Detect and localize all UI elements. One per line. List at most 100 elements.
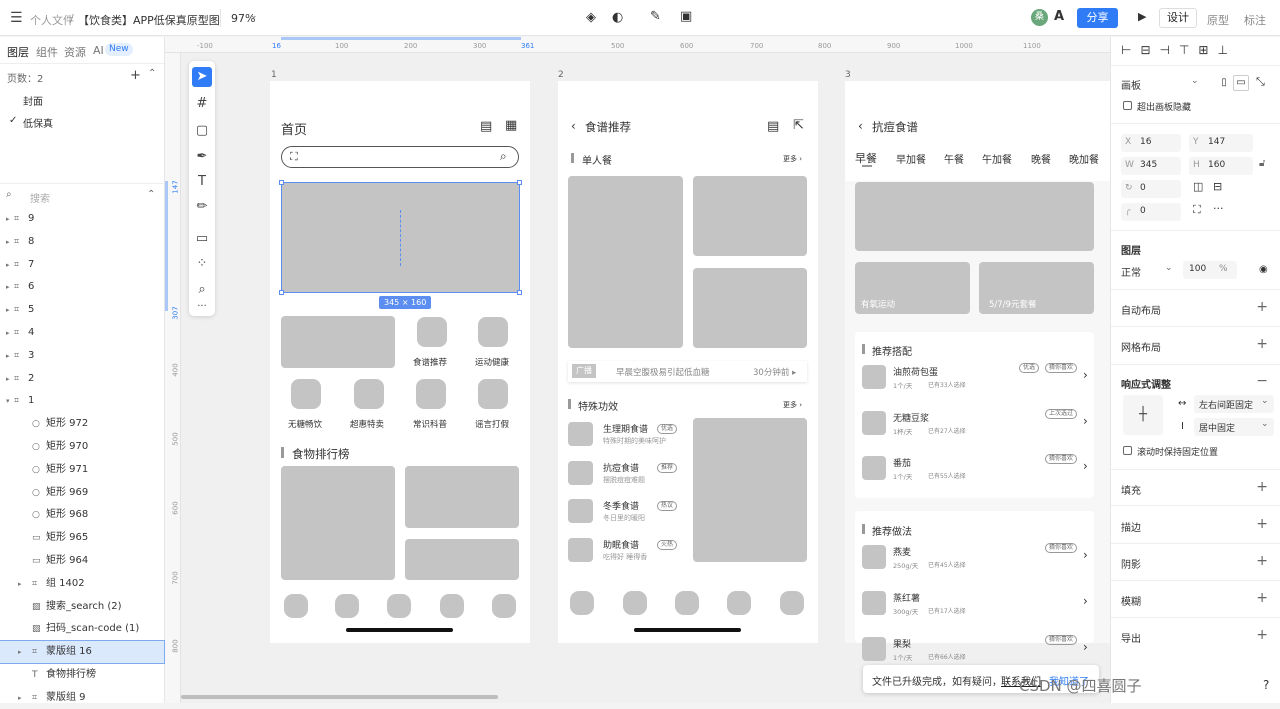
meal-tab[interactable]: 早加餐 xyxy=(896,151,926,166)
play-icon[interactable]: ▶ xyxy=(1138,10,1146,23)
frame-tool-icon[interactable]: # xyxy=(192,94,212,114)
expand-arrow-icon[interactable]: ▸ xyxy=(6,231,10,253)
portrait-icon[interactable]: ▯ xyxy=(1216,75,1232,91)
edit-icon[interactable]: ✎ xyxy=(650,9,661,24)
icon-placeholder[interactable] xyxy=(354,379,384,409)
banner-placeholder[interactable] xyxy=(279,180,522,295)
add-auto-layout-icon[interactable]: + xyxy=(1256,299,1268,315)
comment-tool-icon[interactable]: ▭ xyxy=(192,229,212,249)
zoom-chevron-icon[interactable]: ⌄ xyxy=(250,11,258,21)
collapse-icon[interactable]: ⌃ xyxy=(148,68,156,79)
ai-assistant-icon[interactable]: A xyxy=(1054,9,1064,24)
clip-checkbox[interactable] xyxy=(1123,101,1132,110)
tabbar-icon[interactable] xyxy=(623,591,647,615)
add-export-icon[interactable]: + xyxy=(1256,627,1268,643)
add-fill-icon[interactable]: + xyxy=(1256,479,1268,495)
align-left-icon[interactable]: ⊢ xyxy=(1121,43,1140,57)
more-tools-icon[interactable]: ··· xyxy=(192,297,212,317)
scan-code-icon[interactable]: ⛶ xyxy=(290,150,298,164)
layer-item[interactable]: ▸ ⌗ 蒙版组 16 xyxy=(0,640,165,665)
opacity-field[interactable]: 100 % xyxy=(1183,261,1237,279)
layer-item[interactable]: ○ 矩形 970 xyxy=(0,436,164,458)
expand-arrow-icon[interactable]: ▸ xyxy=(6,345,10,367)
meal-tab[interactable]: 午加餐 xyxy=(982,151,1012,166)
layer-item[interactable]: ○ 矩形 969 xyxy=(0,482,164,504)
resize-handle[interactable] xyxy=(279,180,284,185)
message-icon[interactable]: ▤ xyxy=(767,119,779,134)
rotation-field[interactable]: ↻ 0 xyxy=(1121,180,1181,198)
align-right-icon[interactable]: ⊣ xyxy=(1160,43,1179,57)
layer-item[interactable]: T 食物排行榜 xyxy=(0,664,164,686)
tabbar-icon[interactable] xyxy=(440,594,464,618)
flip-vertical-icon[interactable]: ⊟ xyxy=(1213,180,1222,193)
layer-search-input[interactable]: 搜索 xyxy=(30,190,50,205)
back-icon[interactable]: ‹ xyxy=(571,119,576,133)
landscape-icon[interactable]: ▭ xyxy=(1233,75,1249,91)
layer-item[interactable]: ▭ 矩形 965 xyxy=(0,527,164,549)
blend-mode-select[interactable]: 正常 xyxy=(1121,264,1141,279)
expand-arrow-icon[interactable]: ▸ xyxy=(6,322,10,344)
tabbar-icon[interactable] xyxy=(284,594,308,618)
constraint-widget[interactable]: ┼ xyxy=(1123,395,1163,435)
breadcrumb-root[interactable]: 个人文件 xyxy=(30,12,74,28)
layer-item[interactable]: ▸ ⌗ 4 xyxy=(0,322,164,344)
back-icon[interactable]: ‹ xyxy=(858,119,863,133)
tab-annotate[interactable]: 标注 xyxy=(1244,12,1266,28)
food-item[interactable]: 蒸红薯 300g/天 已有17人选择 › xyxy=(862,591,1090,619)
chevron-down-icon[interactable]: ⌄ xyxy=(1191,76,1199,86)
search-input[interactable]: ⛶ ⌕ xyxy=(281,146,519,168)
resize-frame-icon[interactable]: ⤡ xyxy=(1256,75,1265,89)
layer-item[interactable]: ▸ ⌗ 5 xyxy=(0,299,164,321)
tabbar-icon[interactable] xyxy=(335,594,359,618)
width-field[interactable]: W 345 xyxy=(1121,157,1181,175)
message-icon[interactable]: ▤ xyxy=(480,119,492,134)
scroll-fixed-checkbox[interactable] xyxy=(1123,446,1132,455)
layer-item[interactable]: ▸ ⌗ 组 1402 xyxy=(0,573,164,595)
tab-layers[interactable]: 图层 xyxy=(7,44,29,60)
expand-arrow-icon[interactable]: ▸ xyxy=(6,299,10,321)
meal-tab-active[interactable]: 早餐 xyxy=(855,150,877,166)
special-item[interactable]: 生理期食谱 特殊时期的美味呵护 优选 xyxy=(568,420,683,446)
menu-icon[interactable]: ☰ xyxy=(10,10,23,26)
vertical-constraint-select[interactable]: 居中固定 ⌄ xyxy=(1194,418,1274,436)
pencil-tool-icon[interactable]: ✏ xyxy=(192,197,212,217)
icon-placeholder[interactable] xyxy=(291,379,321,409)
card-placeholder[interactable] xyxy=(693,176,807,256)
tab-components[interactable]: 组件 xyxy=(36,44,58,60)
add-page-icon[interactable]: + xyxy=(130,68,141,83)
frame-home[interactable]: 首页 ▤ ▦ ⛶ ⌕ 345 × 160 食谱推荐 运动健康 无糖畅饮 超惠特卖… xyxy=(270,81,530,643)
food-item[interactable]: 番茄 1个/天 已有55人选择 › 猜你喜欢 xyxy=(862,454,1090,484)
add-blur-icon[interactable]: + xyxy=(1256,590,1268,606)
independent-corners-icon[interactable]: ⛶ xyxy=(1193,203,1201,217)
expand-arrow-icon[interactable]: ▸ xyxy=(18,573,22,595)
rectangle-tool-icon[interactable]: ▢ xyxy=(192,121,212,141)
layer-item[interactable]: ○ 矩形 972 xyxy=(0,413,164,435)
corner-radius-field[interactable]: ╭ 0 xyxy=(1121,203,1181,221)
frame-recipes[interactable]: ‹ 食谱推荐 ▤ ⇱ 单人餐 更多 › 广播 早晨空腹极易引起低血糖 30分钟前… xyxy=(558,81,818,643)
special-item[interactable]: 冬季食谱 冬日里的暖阳 热议 xyxy=(568,497,683,523)
add-stroke-icon[interactable]: + xyxy=(1256,516,1268,532)
frame-type-select[interactable]: 画板 xyxy=(1121,77,1141,92)
layer-item[interactable]: ▸ ⌗ 9 xyxy=(0,208,164,230)
card-placeholder[interactable] xyxy=(281,466,395,580)
page-item-cover[interactable]: 封面 xyxy=(23,93,43,108)
layer-item[interactable]: ▸ ⌗ 蒙版组 9 xyxy=(0,687,164,709)
more-icon[interactable]: ··· xyxy=(1213,202,1224,215)
card-placeholder[interactable] xyxy=(281,316,395,368)
card-placeholder[interactable]: 5/7/9元套餐 xyxy=(979,262,1094,314)
y-field[interactable]: Y 147 xyxy=(1189,134,1253,152)
layer-item[interactable]: ○ 矩形 968 xyxy=(0,504,164,526)
page-item-lowfi[interactable]: 低保真 xyxy=(23,115,53,130)
layer-item[interactable]: ▨ 扫码_scan-code (1) xyxy=(0,618,164,640)
layer-item[interactable]: ▨ 搜索_search (2) xyxy=(0,596,164,618)
expand-arrow-icon[interactable]: ▸ xyxy=(6,208,10,230)
food-item[interactable]: 油煎荷包蛋 1个/天 已有33人选择 › 优选 猜你喜欢 xyxy=(862,363,1090,393)
special-item[interactable]: 助眠食谱 吃得好 睡得香 火热 xyxy=(568,536,683,562)
chevron-down-icon[interactable]: ⌄ xyxy=(198,11,206,21)
expand-arrow-icon[interactable]: ▾ xyxy=(6,390,10,412)
frame-label[interactable]: 3 xyxy=(845,70,851,80)
add-shadow-icon[interactable]: + xyxy=(1256,553,1268,569)
avatar[interactable]: 桑 xyxy=(1031,9,1048,26)
icon-placeholder[interactable] xyxy=(478,379,508,409)
share-icon[interactable]: ⇱ xyxy=(793,118,804,133)
